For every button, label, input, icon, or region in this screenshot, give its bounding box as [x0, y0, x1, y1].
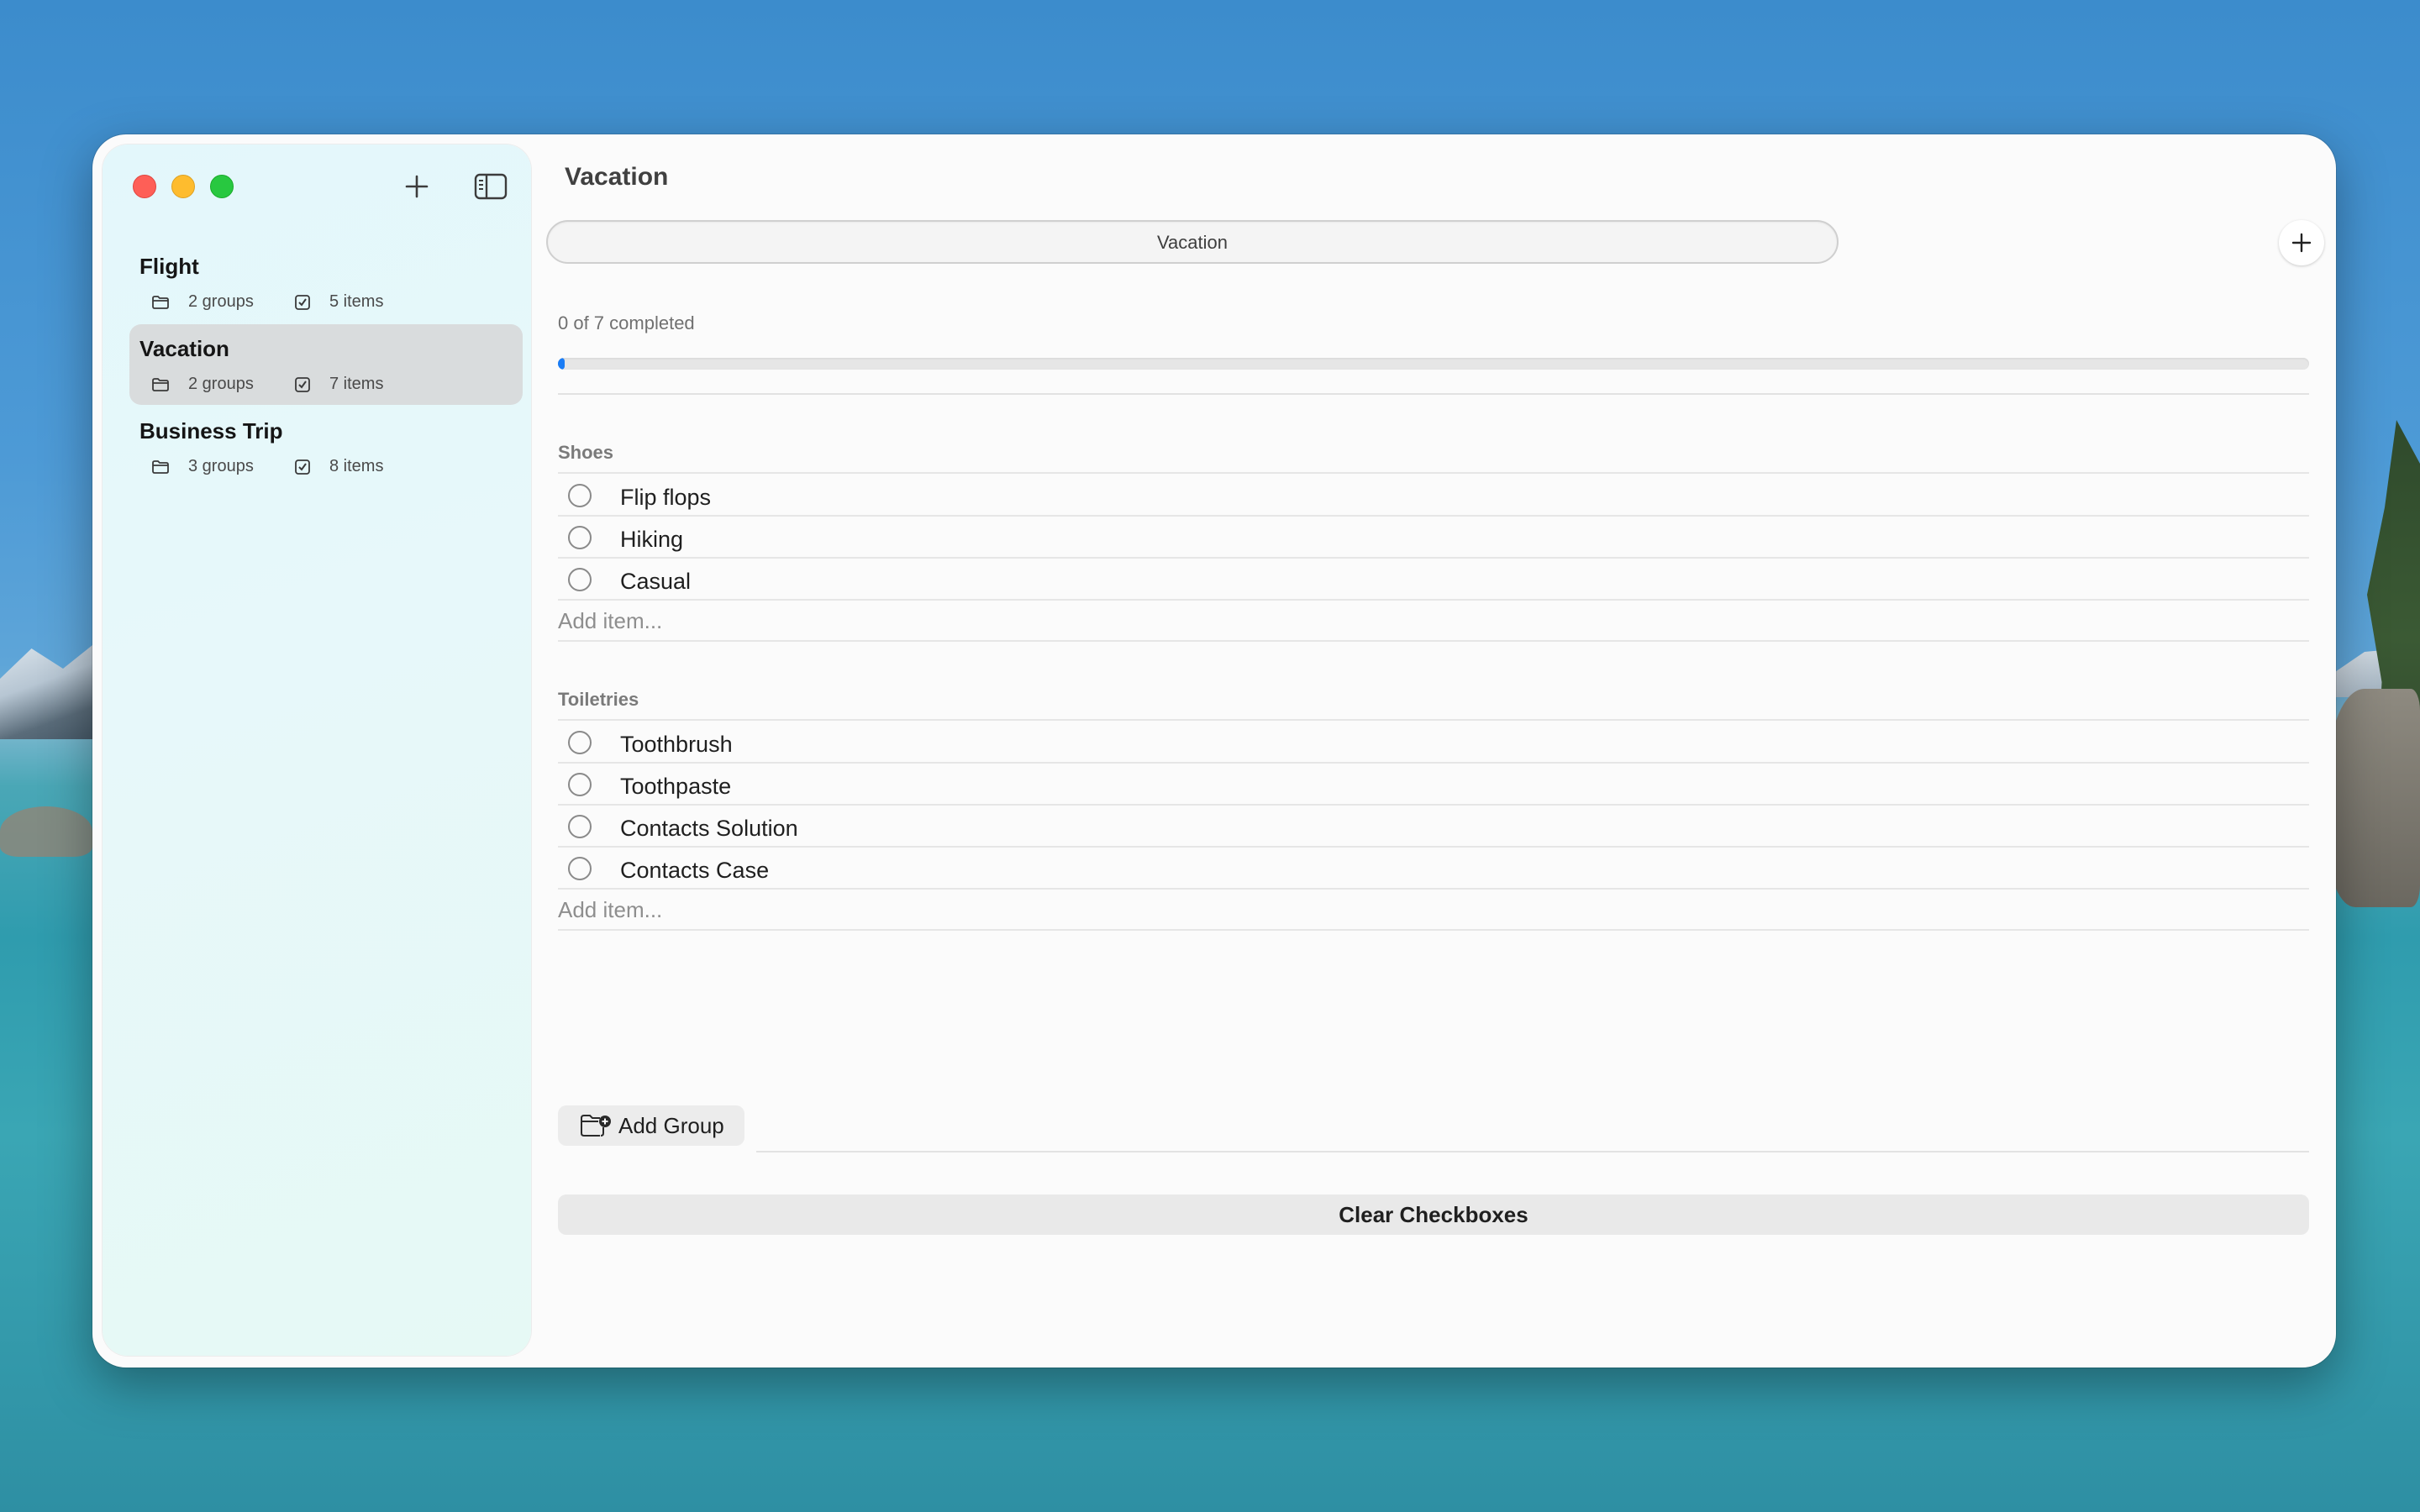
add-item-input[interactable]: Add item... [558, 608, 662, 634]
item-checkbox[interactable] [568, 815, 592, 838]
divider [756, 1151, 2309, 1152]
add-group-label: Add Group [618, 1112, 724, 1138]
group-title: Shoes [558, 442, 614, 463]
list-item: Flip flops [558, 475, 2336, 517]
sidebar-item-flight[interactable]: Flight 2 groups 5 items [129, 242, 523, 323]
list-item: Casual [558, 559, 2336, 601]
sidebar-item-items-label: 7 items [329, 375, 384, 393]
item-label[interactable]: Toothbrush [620, 732, 733, 758]
item-checkbox[interactable] [568, 568, 592, 591]
sidebar-item-title: Flight [139, 254, 199, 279]
sidebar: Flight 2 groups 5 items Vacation 2 group… [103, 144, 531, 1356]
divider [558, 640, 2309, 642]
sidebar-item-item-count: 8 items [294, 457, 383, 476]
add-item-input[interactable]: Add item... [558, 897, 662, 923]
sidebar-item-items-label: 8 items [329, 457, 384, 475]
sidebar-item-title: Business Trip [139, 418, 283, 444]
window-minimize-button[interactable] [171, 175, 195, 198]
progress-bar [558, 358, 2309, 370]
divider [558, 393, 2309, 395]
divider [558, 762, 2309, 764]
sidebar-toggle-icon [474, 173, 508, 200]
window-zoom-button[interactable] [210, 175, 234, 198]
plus-icon [2291, 233, 2312, 253]
list-item: Contacts Solution [558, 806, 2336, 848]
divider [558, 719, 2309, 721]
tab-vacation[interactable]: Vacation [548, 232, 1837, 254]
folder-icon [152, 459, 169, 474]
folder-badge-plus-icon [581, 1115, 611, 1137]
sidebar-item-business-trip[interactable]: Business Trip 3 groups 8 items [129, 407, 523, 487]
item-checkbox[interactable] [568, 526, 592, 549]
sidebar-item-groups-label: 2 groups [188, 292, 254, 311]
divider [558, 515, 2309, 517]
progress-percent: 0% [2277, 312, 2336, 334]
toggle-sidebar-button[interactable] [472, 168, 509, 205]
sidebar-item-items-label: 5 items [329, 292, 384, 311]
list-item: Hiking [558, 517, 2336, 559]
sidebar-item-groups-label: 2 groups [188, 375, 254, 393]
add-tab-button[interactable] [2279, 220, 2324, 265]
wallpaper-rocks-right [2328, 689, 2420, 907]
divider [558, 599, 2309, 601]
folder-icon [152, 295, 169, 309]
tab-bar: Vacation [546, 220, 1839, 264]
sidebar-item-group-count: 3 groups [151, 457, 254, 476]
add-group-button[interactable]: Add Group [558, 1105, 744, 1146]
item-label[interactable]: Casual [620, 569, 691, 595]
divider [558, 846, 2309, 848]
wallpaper-rocks [0, 806, 92, 857]
divider [558, 557, 2309, 559]
item-label[interactable]: Flip flops [620, 485, 711, 511]
divider [558, 929, 2309, 931]
sidebar-item-group-count: 2 groups [151, 375, 254, 394]
divider [558, 804, 2309, 806]
sidebar-item-item-count: 7 items [294, 375, 383, 394]
list-item: Toothpaste [558, 764, 2336, 806]
window-close-button[interactable] [133, 175, 156, 198]
item-label[interactable]: Hiking [620, 527, 683, 553]
list-item: Contacts Case [558, 848, 2336, 890]
add-list-button[interactable] [398, 168, 435, 205]
plus-icon [405, 175, 429, 198]
progress-bar-fill [558, 358, 565, 370]
folder-icon [152, 377, 169, 391]
checkmark-square-icon [295, 376, 310, 392]
item-checkbox[interactable] [568, 484, 592, 507]
item-checkbox[interactable] [568, 773, 592, 796]
sidebar-item-groups-label: 3 groups [188, 457, 254, 475]
app-window: Flight 2 groups 5 items Vacation 2 group… [92, 134, 2336, 1368]
item-checkbox[interactable] [568, 731, 592, 754]
page-title: Vacation [565, 163, 669, 191]
progress-summary: 0 of 7 completed [558, 312, 695, 333]
item-label[interactable]: Contacts Solution [620, 816, 798, 842]
item-checkbox[interactable] [568, 857, 592, 880]
checkmark-square-icon [295, 459, 310, 475]
sidebar-item-vacation[interactable]: Vacation 2 groups 7 items [129, 324, 523, 405]
divider [558, 472, 2309, 474]
item-label[interactable]: Contacts Case [620, 858, 769, 884]
item-label[interactable]: Toothpaste [620, 774, 731, 800]
divider [558, 888, 2309, 890]
sidebar-item-group-count: 2 groups [151, 292, 254, 312]
sidebar-item-item-count: 5 items [294, 292, 383, 312]
sidebar-item-title: Vacation [139, 336, 229, 361]
checkmark-square-icon [295, 294, 310, 310]
clear-checkboxes-button[interactable]: Clear Checkboxes [558, 1194, 2309, 1235]
list-item: Toothbrush [558, 722, 2336, 764]
group-title: Toiletries [558, 689, 639, 710]
